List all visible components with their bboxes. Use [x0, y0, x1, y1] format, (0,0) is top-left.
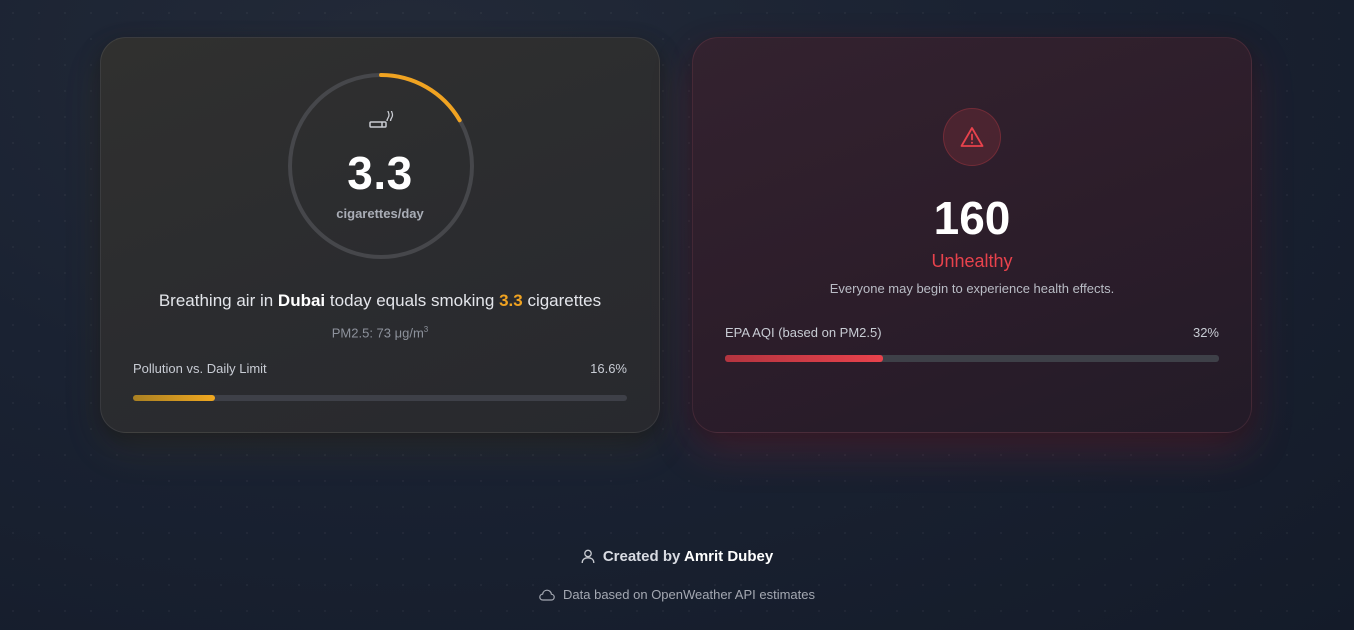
pollution-progress-bar — [133, 395, 627, 401]
city-name: Dubai — [277, 291, 326, 310]
pm25-unit-exponent: 3 — [423, 325, 429, 334]
cigarettes-per-day-value: 3.3 — [347, 147, 413, 199]
statement-cigarette-count: 3.3 — [499, 291, 523, 310]
cloud-icon — [539, 589, 555, 601]
statement-prefix: Breathing air in — [158, 291, 274, 310]
cigarette-icon — [369, 110, 394, 128]
pm25-reading: PM2.5: 73 μg/m3 — [101, 325, 659, 340]
pollution-bar-percent: 16.6% — [590, 361, 627, 376]
warning-badge — [943, 108, 1001, 166]
statement-middle: today equals smoking — [329, 291, 495, 310]
aqi-bar-percent: 32% — [1192, 325, 1219, 340]
cigarette-equivalent-card: 3.3 cigarettes/day Breathing air in Duba… — [100, 37, 660, 433]
statement-suffix: cigarettes — [527, 291, 602, 310]
aqi-progress-bar — [725, 355, 1219, 362]
pollution-statement: Breathing air in Dubai today equals smok… — [101, 291, 659, 311]
aqi-value: 160 — [933, 192, 1011, 244]
warning-icon — [960, 127, 984, 147]
aqi-bar-label: EPA AQI (based on PM2.5) — [725, 325, 882, 340]
aqi-description: Everyone may begin to experience health … — [829, 281, 1115, 296]
footer-data-source: Data based on OpenWeather API estimates — [0, 587, 1354, 602]
aqi-progress-fill — [725, 355, 884, 362]
data-source-text: Data based on OpenWeather API estimates — [563, 587, 815, 602]
author-name: Amrit Dubey — [683, 548, 774, 565]
created-by-label: Created by — [602, 548, 681, 565]
pollution-bar-label: Pollution vs. Daily Limit — [133, 361, 267, 376]
footer-credit: Created by Amrit Dubey — [0, 548, 1354, 565]
pollution-progress-fill — [133, 395, 215, 401]
aqi-status-label: Unhealthy — [931, 251, 1013, 271]
aqi-card: 160 Unhealthy Everyone may begin to expe… — [692, 37, 1252, 433]
cigarettes-unit-label: cigarettes/day — [336, 206, 424, 221]
user-icon — [581, 549, 595, 564]
pm25-text: PM2.5: 73 μg/m — [331, 325, 424, 341]
